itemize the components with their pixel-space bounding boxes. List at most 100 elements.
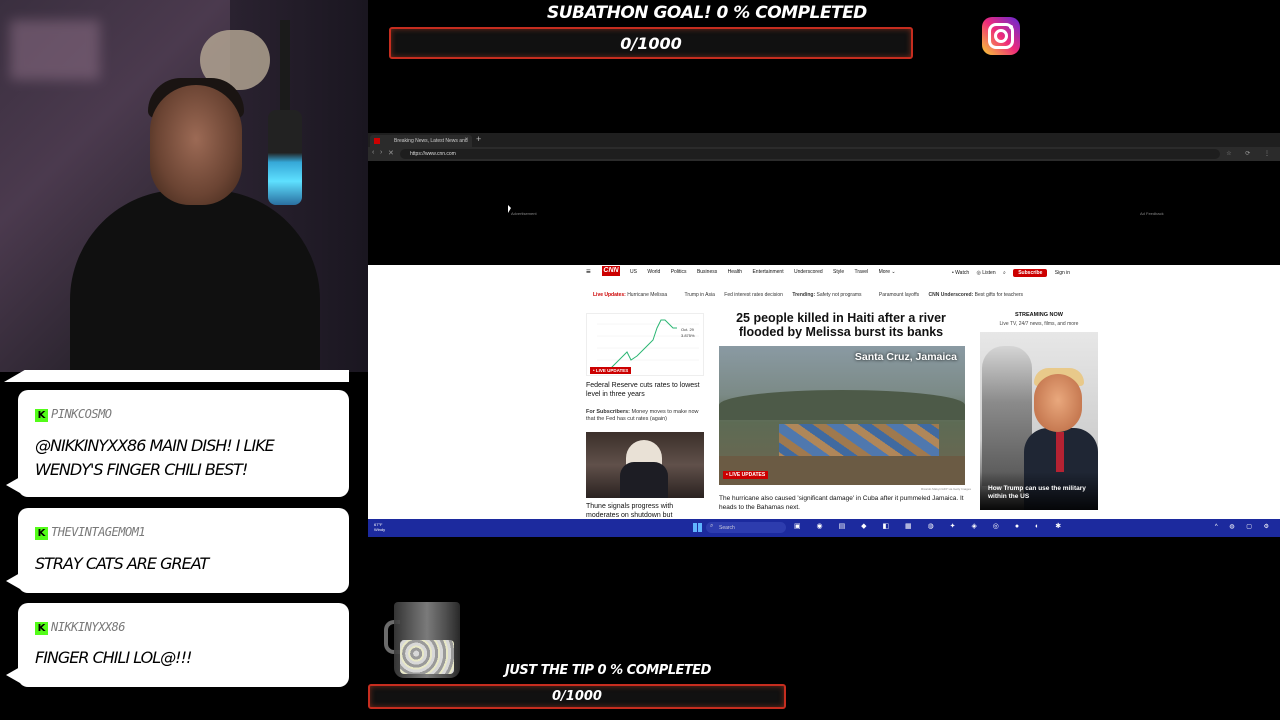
weather-widget[interactable]: 67°F Windy bbox=[374, 522, 385, 532]
tip-goal-value: 0/1000 bbox=[552, 689, 602, 704]
chat-text: FINGER CHILI LOL@!!! bbox=[35, 648, 192, 667]
chat-username: THEVINTAGEMOM1 bbox=[51, 525, 146, 539]
tip-goal-title: JUST THE TIP 0 % COMPLETED bbox=[505, 663, 711, 678]
trending-link[interactable]: Hurricane Melissa bbox=[627, 292, 667, 298]
trump-caption: How Trump can use the military within th… bbox=[988, 485, 1086, 500]
subscribe-button[interactable]: Subscribe bbox=[1013, 269, 1048, 277]
trending-link[interactable]: Trump in Asia bbox=[685, 292, 715, 298]
streamer-head bbox=[150, 85, 242, 205]
mouse-cursor-icon bbox=[508, 205, 511, 213]
stop-loading-icon[interactable]: ✕ bbox=[388, 149, 394, 157]
streaming-label: STREAMING NOW bbox=[1015, 312, 1063, 318]
taskbar-search[interactable]: Search bbox=[706, 522, 786, 533]
nav-travel[interactable]: Travel bbox=[854, 269, 868, 275]
ad-label: Advertisement bbox=[511, 211, 537, 216]
webcam-feed bbox=[0, 0, 368, 372]
nav-right: • Watch ◎ Listen ⌕ Subscribe Sign in bbox=[952, 269, 1076, 277]
tab-title: Breaking News, Latest News and bbox=[394, 138, 468, 144]
photo-location: Santa Cruz, Jamaica bbox=[854, 351, 957, 363]
trending-bar: Live Updates: Hurricane Melissa Trump in… bbox=[593, 292, 1039, 298]
kick-badge-icon: K bbox=[35, 527, 48, 540]
fed-rate-chart[interactable]: Oct. 29 3.875% • LIVE UPDATES bbox=[586, 313, 704, 376]
nav-more[interactable]: More ⌄ bbox=[879, 269, 896, 275]
cnn-logo[interactable]: CNN bbox=[602, 266, 620, 276]
subathon-goal-title: SUBATHON GOAL! 0 % COMPLETED bbox=[547, 3, 867, 23]
trump-photo[interactable]: How Trump can use the military within th… bbox=[980, 332, 1098, 510]
underscored-label: CNN Underscored: bbox=[928, 292, 974, 298]
chat-username: NIKKINYXX86 bbox=[51, 620, 125, 634]
url-field[interactable]: https://www.cnn.com bbox=[400, 149, 1220, 159]
windows-taskbar: 67°F Windy Search ▣ ◉ ▤ ◆ ◧ ▦ ◍ ✦ ◈ ◎ ● … bbox=[368, 519, 1280, 537]
thune-photo[interactable] bbox=[586, 432, 704, 498]
chat-header-strip bbox=[4, 370, 349, 382]
story-subscribers[interactable]: For Subscribers: Money moves to make now… bbox=[586, 409, 706, 423]
close-tab-icon[interactable]: × bbox=[464, 137, 468, 143]
instagram-icon bbox=[982, 17, 1020, 55]
cnn-nav: ≡ CNN US World Politics Business Health … bbox=[586, 266, 1098, 278]
streaming-now[interactable]: STREAMING NOW Live TV, 24/7 news, films,… bbox=[980, 312, 1098, 327]
trending-label: Trending: bbox=[792, 292, 816, 298]
trending-link[interactable]: Paramount layoffs bbox=[879, 292, 919, 298]
tab-bar: Breaking News, Latest News and × + bbox=[368, 133, 1280, 147]
streaming-subtext: Live TV, 24/7 news, films, and more bbox=[999, 321, 1079, 327]
system-tray-icons[interactable]: ^ ◍ ▢ ⚙ bbox=[1215, 523, 1274, 530]
browser-window: Breaking News, Latest News and × + ‹ › ✕… bbox=[368, 133, 1280, 537]
subathon-goal-value: 0/1000 bbox=[620, 33, 682, 53]
story-fed-rates[interactable]: Federal Reserve cuts rates to lowest lev… bbox=[586, 381, 704, 399]
hurricane-photo[interactable]: Santa Cruz, Jamaica • LIVE UPDATES bbox=[719, 346, 965, 485]
forward-icon[interactable]: › bbox=[380, 149, 382, 156]
main-subhead[interactable]: The hurricane also caused 'significant d… bbox=[719, 494, 965, 512]
mic-arm bbox=[280, 20, 290, 115]
chart-value-tag: 3.875% bbox=[681, 333, 695, 338]
search-icon[interactable]: ⌕ bbox=[1003, 270, 1006, 276]
listen-link[interactable]: ◎ Listen bbox=[977, 270, 996, 276]
nav-underscored[interactable]: Underscored bbox=[794, 269, 823, 275]
chart-date-tag: Oct. 29 bbox=[681, 327, 694, 332]
chat-username: PINKCOSMO bbox=[51, 407, 112, 421]
toolbar-icons[interactable]: ☆ ⟳ ⋮ bbox=[1226, 150, 1276, 157]
live-updates-badge: • LIVE UPDATES bbox=[590, 367, 632, 374]
nav-entertainment[interactable]: Entertainment bbox=[752, 269, 783, 275]
back-icon[interactable]: ‹ bbox=[372, 149, 374, 156]
photo-credit: Ricardo Makyn/AFP via Getty Images bbox=[921, 487, 971, 491]
address-bar-row: ‹ › ✕ https://www.cnn.com ☆ ⟳ ⋮ bbox=[368, 147, 1280, 161]
nav-style[interactable]: Style bbox=[833, 269, 844, 275]
main-headline[interactable]: 25 people killed in Haiti after a river … bbox=[716, 311, 966, 339]
nav-health[interactable]: Health bbox=[728, 269, 742, 275]
kick-badge-icon: K bbox=[35, 409, 48, 422]
ad-banner: Advertisement Ad Feedback bbox=[368, 161, 1280, 265]
live-updates-label: Live Updates: bbox=[593, 292, 626, 298]
watch-link[interactable]: • Watch bbox=[952, 270, 969, 276]
nav-links: US World Politics Business Health Entert… bbox=[630, 269, 905, 275]
chat-message: K THEVINTAGEMOM1 STRAY CATS ARE GREAT bbox=[6, 508, 349, 593]
menu-icon[interactable]: ≡ bbox=[586, 267, 591, 276]
chat-message: K PINKCOSMO @NIKKINYXX86 MAIN DISH! I LI… bbox=[6, 390, 349, 497]
chat-text: @NIKKINYXX86 MAIN DISH! I LIKE WENDY'S F… bbox=[35, 436, 275, 479]
chat-text: STRAY CATS ARE GREAT bbox=[35, 554, 209, 573]
subscribers-label: For Subscribers: bbox=[586, 409, 631, 415]
trending-link[interactable]: Safety not programs bbox=[817, 292, 862, 298]
live-updates-badge: • LIVE UPDATES bbox=[723, 471, 769, 479]
new-tab-button[interactable]: + bbox=[476, 134, 481, 144]
nav-us[interactable]: US bbox=[630, 269, 637, 275]
cnn-favicon-icon bbox=[374, 138, 380, 144]
streamer-body bbox=[70, 190, 320, 372]
nav-world[interactable]: World bbox=[647, 269, 660, 275]
tip-goal-bar: 0/1000 bbox=[368, 684, 786, 709]
ad-feedback-link[interactable]: Ad Feedback bbox=[1140, 211, 1164, 216]
webcam-background-light bbox=[10, 20, 100, 80]
taskbar-app-icons[interactable]: ▣ ◉ ▤ ◆ ◧ ▦ ◍ ✦ ◈ ◎ ● ◐ ✱ bbox=[794, 522, 1068, 530]
microphone bbox=[268, 110, 302, 205]
tab-cnn[interactable]: Breaking News, Latest News and × bbox=[370, 135, 472, 147]
nav-business[interactable]: Business bbox=[697, 269, 717, 275]
nav-politics[interactable]: Politics bbox=[671, 269, 687, 275]
kick-badge-icon: K bbox=[35, 622, 48, 635]
subathon-goal-bar: 0/1000 bbox=[389, 27, 913, 59]
tip-jar-mug bbox=[384, 600, 462, 680]
windows-start-icon[interactable] bbox=[693, 523, 702, 532]
sign-in-link[interactable]: Sign in bbox=[1055, 270, 1070, 276]
trending-link[interactable]: Best gifts for teachers bbox=[975, 292, 1023, 298]
trending-link[interactable]: Fed interest rates decision bbox=[724, 292, 783, 298]
chat-message: K NIKKINYXX86 FINGER CHILI LOL@!!! bbox=[6, 603, 349, 687]
story-thune[interactable]: Thune signals progress with moderates on… bbox=[586, 502, 704, 518]
